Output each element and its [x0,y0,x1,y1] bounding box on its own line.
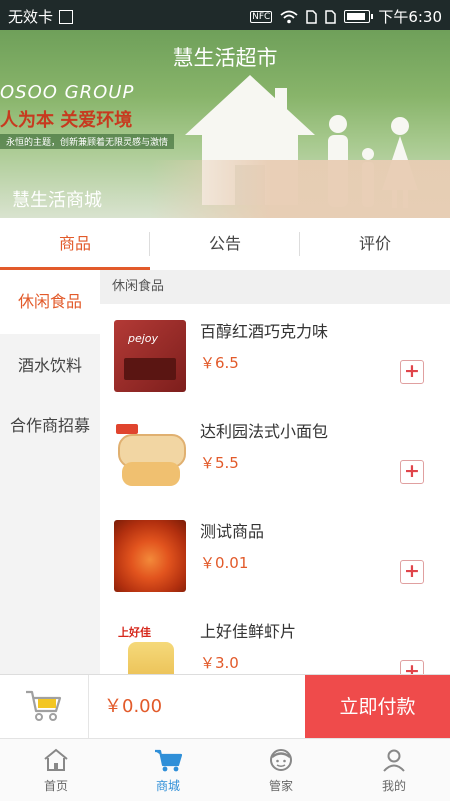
cart-icon [155,749,183,772]
butler-icon [270,749,292,771]
store-banner[interactable]: 慧生活超市 OSOO GROUP 人为本 关爱环境 永恒的主题，创新兼顾着无限灵… [0,30,450,218]
cart-total: ￥0.00 [104,696,163,717]
sim-icon [59,9,74,24]
section-header: 休闲食品 [100,270,450,304]
tab-bar: 商品 公告 评价 [0,218,450,271]
product-name: 达利园法式小面包 [200,422,329,441]
wifi-icon [280,10,298,23]
tab-notices[interactable]: 公告 [150,218,300,270]
product-name: 测试商品 [200,522,265,541]
product-price: ￥6.5 [200,354,239,372]
product-name: 上好佳鲜虾片 [200,622,297,641]
clock-text: 下午6:30 [378,8,442,26]
add-to-cart-button[interactable]: + [400,460,424,484]
category-snacks[interactable]: 休闲食品 [0,270,100,334]
product-price: ￥5.5 [200,454,239,472]
slogan-subtext: 永恒的主题，创新兼顾着无限灵感与激情 [0,134,175,149]
tab-reviews[interactable]: 评价 [300,218,450,270]
product-item[interactable]: 达利园法式小面包 ￥5.5 + [100,404,450,505]
status-bar: 无效卡 NFC 下午6:30 [0,0,450,30]
product-name: 百醇红酒巧克力味 [200,322,329,341]
nav-label: 管家 [268,779,293,793]
product-price: ￥0.01 [200,554,249,572]
category-partner-recruit[interactable]: 合作商招募 [0,394,100,458]
carrier-text: 无效卡 [8,8,54,26]
slogan-text: 人为本 关爱环境 [0,110,133,131]
nfc-icon: NFC [250,10,273,23]
product-item[interactable]: 测试商品 ￥0.01 + [100,504,450,605]
shop-name: 慧生活商城 [12,190,102,211]
shopping-cart-icon [26,690,62,721]
product-thumb-label: pejoy [128,332,159,345]
product-thumbnail [114,420,186,492]
add-to-cart-button[interactable]: + [400,360,424,384]
category-sidebar: 休闲食品 酒水饮料 合作商招募 [0,270,100,674]
add-to-cart-button[interactable]: + [400,660,424,674]
group-text: OSOO GROUP [0,82,135,103]
nav-profile[interactable]: 我的 [338,739,450,801]
category-drinks[interactable]: 酒水饮料 [0,334,100,398]
pay-now-button[interactable]: 立即付款 [305,675,450,739]
product-thumbnail: 上好佳 [114,620,186,674]
product-thumbnail [114,520,186,592]
user-icon [383,749,405,772]
nav-mall[interactable]: 商城 [112,739,224,801]
nav-butler[interactable]: 管家 [225,739,337,801]
nav-label: 首页 [43,779,68,793]
nav-label: 商城 [155,779,180,793]
nav-label: 我的 [381,779,406,793]
product-list: 休闲食品 pejoy 百醇红酒巧克力味 ￥6.5 + 达利园法式小面包 ￥5.5… [100,270,450,674]
sim-card-2-icon [325,9,337,24]
hands-illustration [150,160,450,218]
product-thumbnail: pejoy [114,320,186,392]
product-price: ￥3.0 [200,654,239,672]
product-item[interactable]: 上好佳 上好佳鲜虾片 ￥3.0 + [100,604,450,674]
store-title: 慧生活超市 [172,46,278,70]
bottom-nav: 首页 商城 管家 我的 [0,738,450,801]
battery-icon [344,10,374,23]
cart-bar: ￥0.00 立即付款 [0,674,450,739]
home-icon [44,748,68,771]
product-thumb-label: 上好佳 [118,626,151,639]
product-item[interactable]: pejoy 百醇红酒巧克力味 ￥6.5 + [100,304,450,405]
nav-home[interactable]: 首页 [0,739,112,801]
sim-card-icon [306,9,318,24]
add-to-cart-button[interactable]: + [400,560,424,584]
tab-products[interactable]: 商品 [0,218,150,270]
cart-button[interactable] [0,675,89,739]
